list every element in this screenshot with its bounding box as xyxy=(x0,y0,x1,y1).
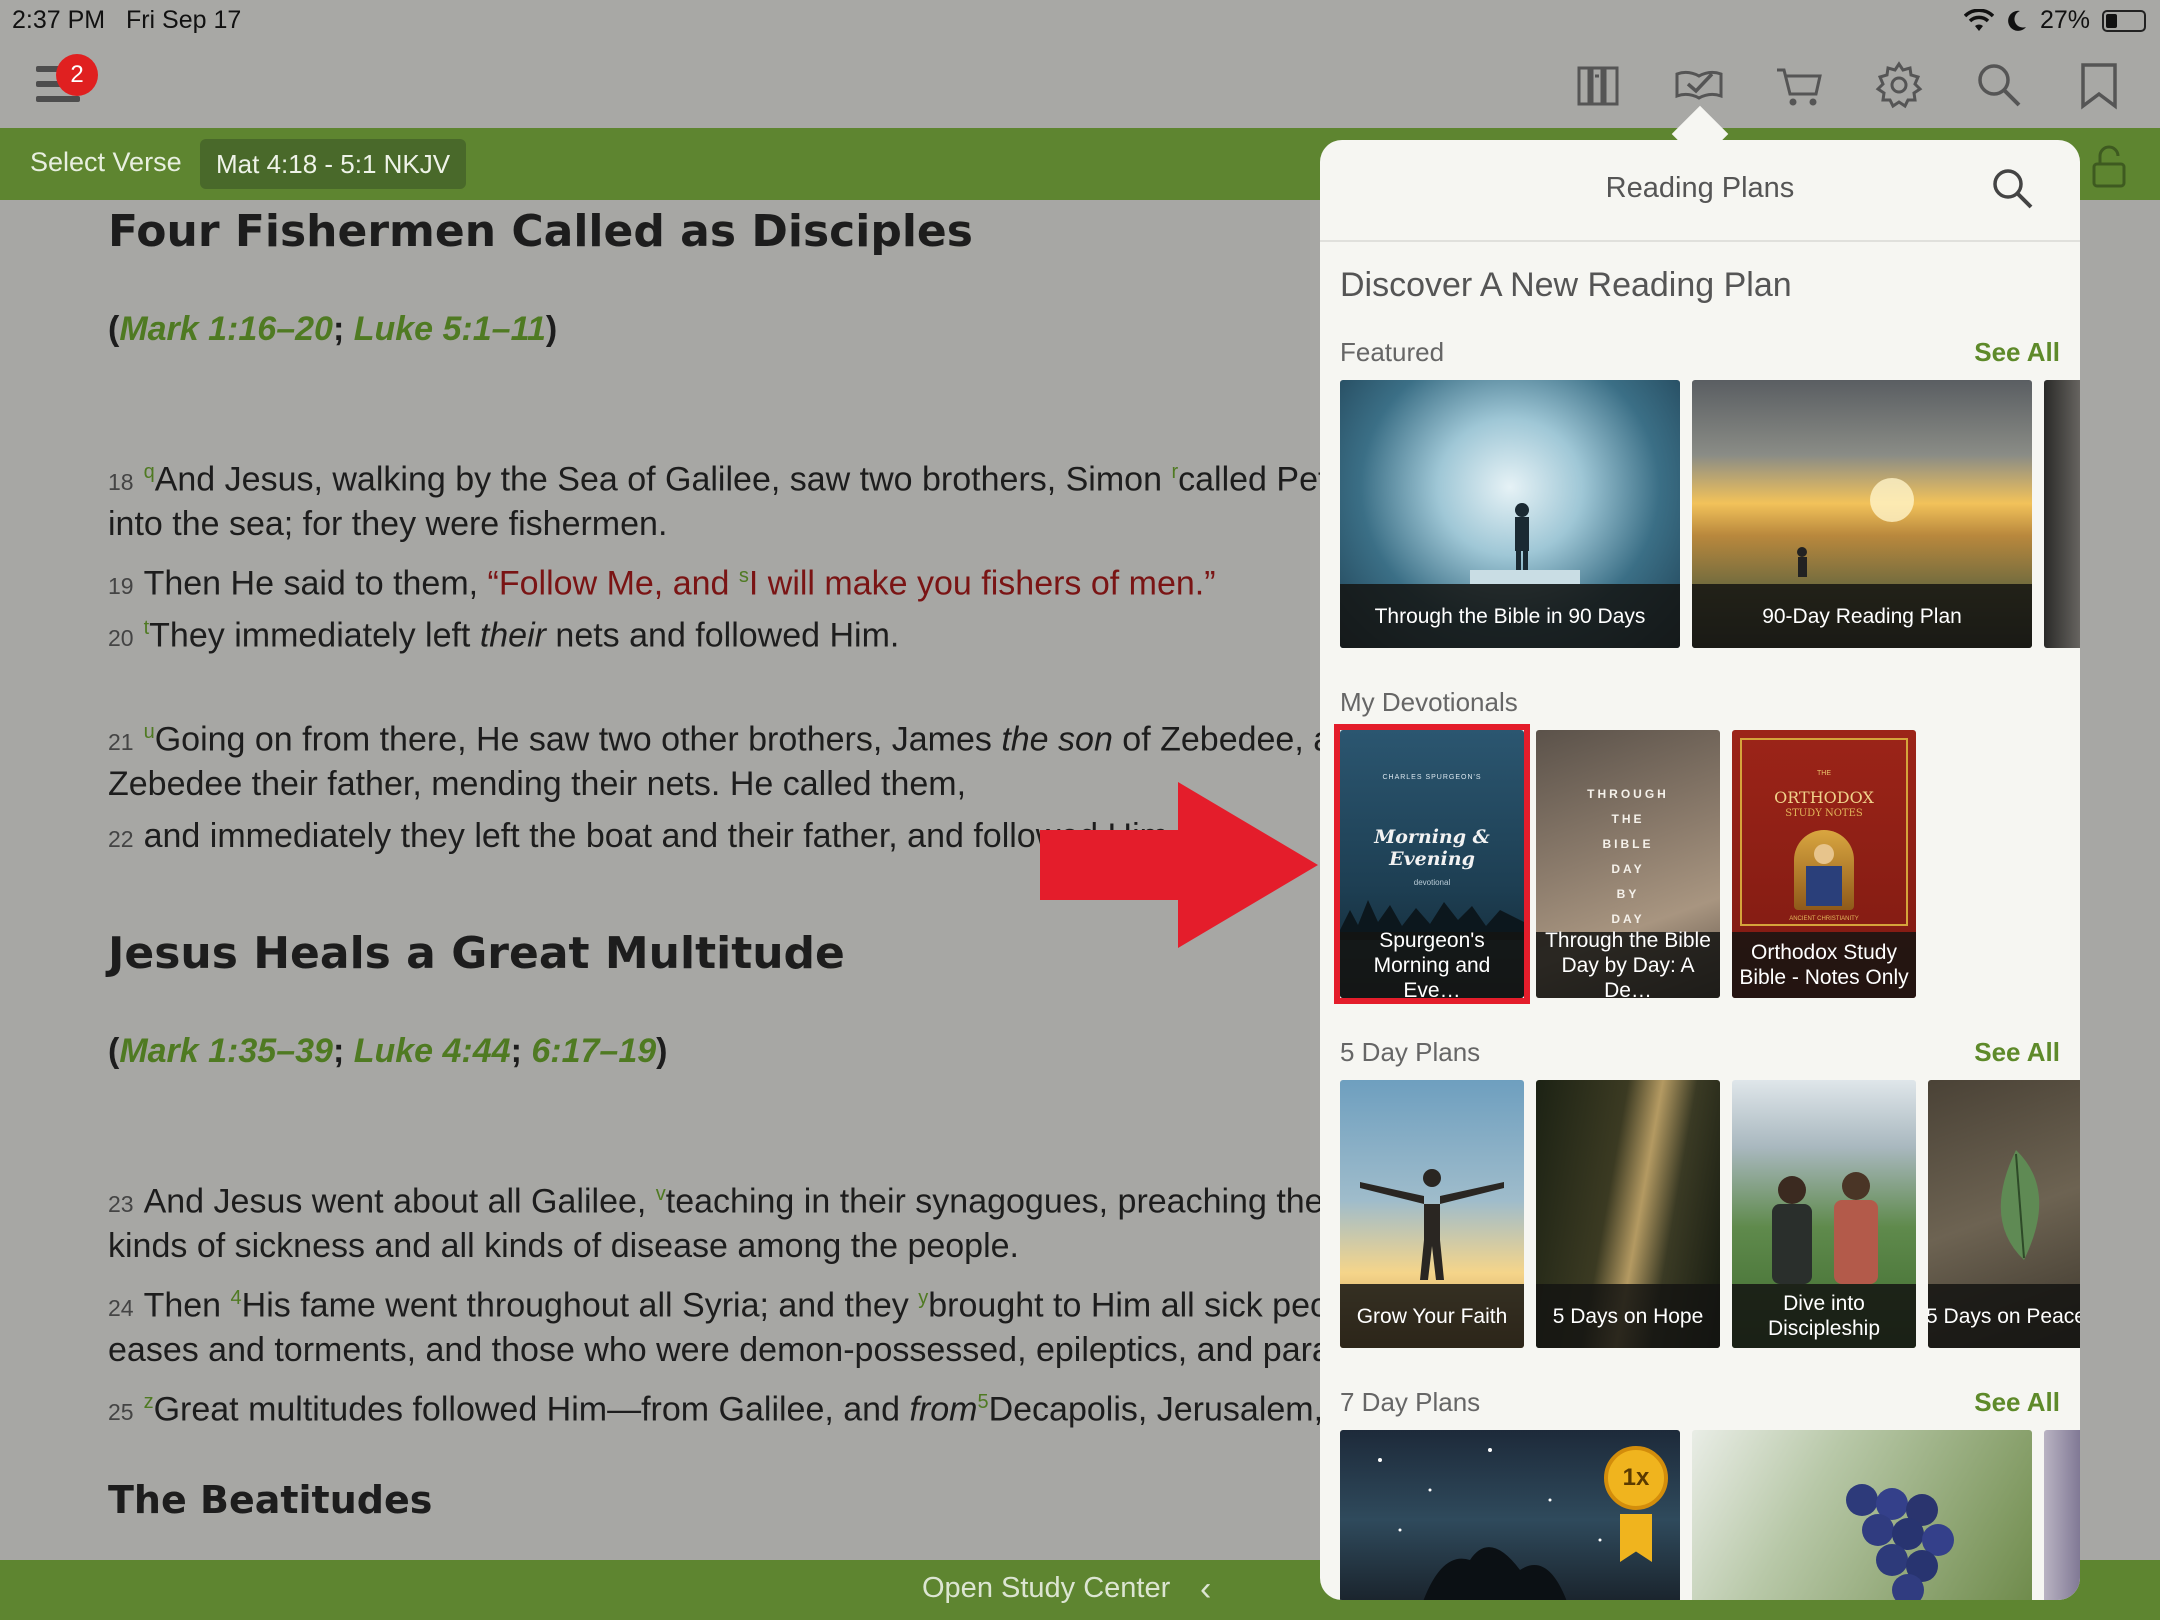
featured-see-all-link[interactable]: See All xyxy=(1974,337,2060,368)
verse-19[interactable]: 19 Then He said to them, “Follow Me, and … xyxy=(108,556,1216,606)
section-heading: Jesus Heals a Great Multitude xyxy=(108,928,845,979)
plan-card[interactable]: 1x xyxy=(1340,1430,1680,1600)
cover-small-text: ANCIENT CHRISTIANITY xyxy=(1789,916,1859,922)
devotional-caption: Through the Bible Day by Day: A De… xyxy=(1536,929,1720,998)
search-icon[interactable] xyxy=(1990,166,2034,210)
plan-card-title: 90-Day Reading Plan xyxy=(1692,584,2032,648)
reading-plans-icon[interactable] xyxy=(1674,60,1724,110)
verse-21-cont[interactable]: Zebedee their father, mending their nets… xyxy=(108,764,966,804)
reading-plans-popover: Reading Plans Discover A New Reading Pla… xyxy=(1320,140,2080,1600)
five-day-see-all-link[interactable]: See All xyxy=(1974,1037,2060,1068)
xref-link[interactable]: Mark 1:35–39 xyxy=(119,1032,333,1070)
cover-title: THROUGH THE BIBLE DAY BY DAY xyxy=(1587,787,1669,926)
plan-card-title: 5 Days on Hope xyxy=(1536,1284,1720,1348)
section-heading: Four Fishermen Called as Disciples xyxy=(108,206,973,257)
reference-selector[interactable]: Mat 4:18 - 5:1 NKJV xyxy=(200,139,467,189)
verse-23-cont[interactable]: kinds of sickness and all kinds of disea… xyxy=(108,1226,1019,1266)
cover-small-text: THE xyxy=(1817,770,1831,777)
gear-icon[interactable] xyxy=(1874,60,1924,110)
bookmark-icon[interactable] xyxy=(2074,60,2124,110)
divider xyxy=(1320,240,2080,242)
cross-reference: (Mark 1:35–39; Luke 4:44; 6:17–19) xyxy=(108,1032,668,1070)
xref-link[interactable]: Mark 1:16–20 xyxy=(119,310,333,348)
plan-card[interactable]: 90-Day Reading Plan xyxy=(1692,380,2032,648)
status-right: 27% xyxy=(1963,6,2146,35)
devotional-card-orthodox[interactable]: THE ORTHODOX STUDY NOTES ANCIENT CHRISTI… xyxy=(1732,730,1916,998)
devotional-card-through-the-bible[interactable]: THROUGH THE BIBLE DAY BY DAY Through the Bibl… xyxy=(1536,730,1720,998)
wifi-icon xyxy=(1963,8,1994,31)
verse-18-cont[interactable]: into the sea; for they were fishermen. xyxy=(108,504,667,544)
verse-20[interactable]: 20 tThey immediately left their nets and … xyxy=(108,608,899,658)
devotionals-label: My Devotionals xyxy=(1340,687,1518,717)
open-study-center-label[interactable]: Open Study Center xyxy=(922,1572,1170,1605)
xref-link[interactable]: Luke 4:44 xyxy=(354,1032,511,1070)
section-heading: The Beatitudes xyxy=(108,1478,433,1522)
cover-subtitle: STUDY NOTES xyxy=(1785,808,1863,819)
cart-icon[interactable] xyxy=(1774,60,1824,110)
moon-icon xyxy=(2008,10,2026,31)
plan-card[interactable]: Through the Bible in 90 Days xyxy=(1340,380,1680,648)
chevron-left-icon[interactable]: ‹ xyxy=(1200,1570,1211,1609)
medal-badge: 1x xyxy=(1604,1446,1668,1510)
xref-link[interactable]: 6:17–19 xyxy=(531,1032,656,1070)
status-bar: 2:37 PM Fri Sep 17 27% xyxy=(0,0,2160,40)
plan-card[interactable]: 5 Days on Peace xyxy=(1928,1080,2080,1348)
cover-title: ORTHODOX xyxy=(1774,788,1874,807)
battery-icon xyxy=(2102,9,2146,32)
five-day-label: 5 Day Plans xyxy=(1340,1037,1481,1067)
plan-card-partial[interactable] xyxy=(2044,1430,2080,1600)
popover-title: Reading Plans xyxy=(1605,172,1795,204)
notification-badge[interactable]: 2 xyxy=(56,54,98,96)
top-toolbar: 2 xyxy=(0,40,2160,128)
highlight-box xyxy=(1334,724,1530,1004)
plan-card[interactable] xyxy=(1692,1430,2032,1600)
status-date: Fri Sep 17 xyxy=(125,6,242,34)
discover-heading: Discover A New Reading Plan xyxy=(1340,266,1792,304)
plan-card[interactable]: Dive into Discipleship xyxy=(1732,1080,1916,1348)
plan-card[interactable]: Grow Your Faith xyxy=(1340,1080,1524,1348)
annotation-arrow-icon xyxy=(1040,782,1318,948)
verse-22[interactable]: 22 and immediately they left the boat and… xyxy=(108,816,1177,859)
plan-card-title: Through the Bible in 90 Days xyxy=(1340,584,1680,648)
battery-percent: 27% xyxy=(2039,6,2090,34)
featured-label: Featured xyxy=(1340,337,1445,367)
grapes-image xyxy=(1846,1484,1954,1600)
library-icon[interactable] xyxy=(1574,60,1624,110)
plan-card-title: 5 Days on Peace xyxy=(1928,1284,2080,1348)
cross-reference: (Mark 1:16–20; Luke 5:1–11) xyxy=(108,310,558,348)
xref-link[interactable]: Luke 5:1–11 xyxy=(354,310,546,348)
seven-day-label: 7 Day Plans xyxy=(1340,1387,1481,1417)
plan-card[interactable]: 5 Days on Hope xyxy=(1536,1080,1720,1348)
devotional-caption: Orthodox Study Bible - Notes Only xyxy=(1732,932,1916,998)
status-time: 2:37 PM Fri Sep 17 xyxy=(12,6,242,34)
plan-card-title: Grow Your Faith xyxy=(1340,1284,1524,1348)
icon-painting-image xyxy=(1794,830,1854,910)
search-icon[interactable] xyxy=(1974,60,2024,110)
select-verse-button[interactable]: Select Verse xyxy=(30,147,182,178)
seven-day-see-all-link[interactable]: See All xyxy=(1974,1387,2060,1418)
plan-card-title: Dive into Discipleship xyxy=(1732,1284,1916,1348)
plan-card-partial[interactable] xyxy=(2044,380,2080,648)
lock-icon[interactable] xyxy=(2086,144,2132,190)
